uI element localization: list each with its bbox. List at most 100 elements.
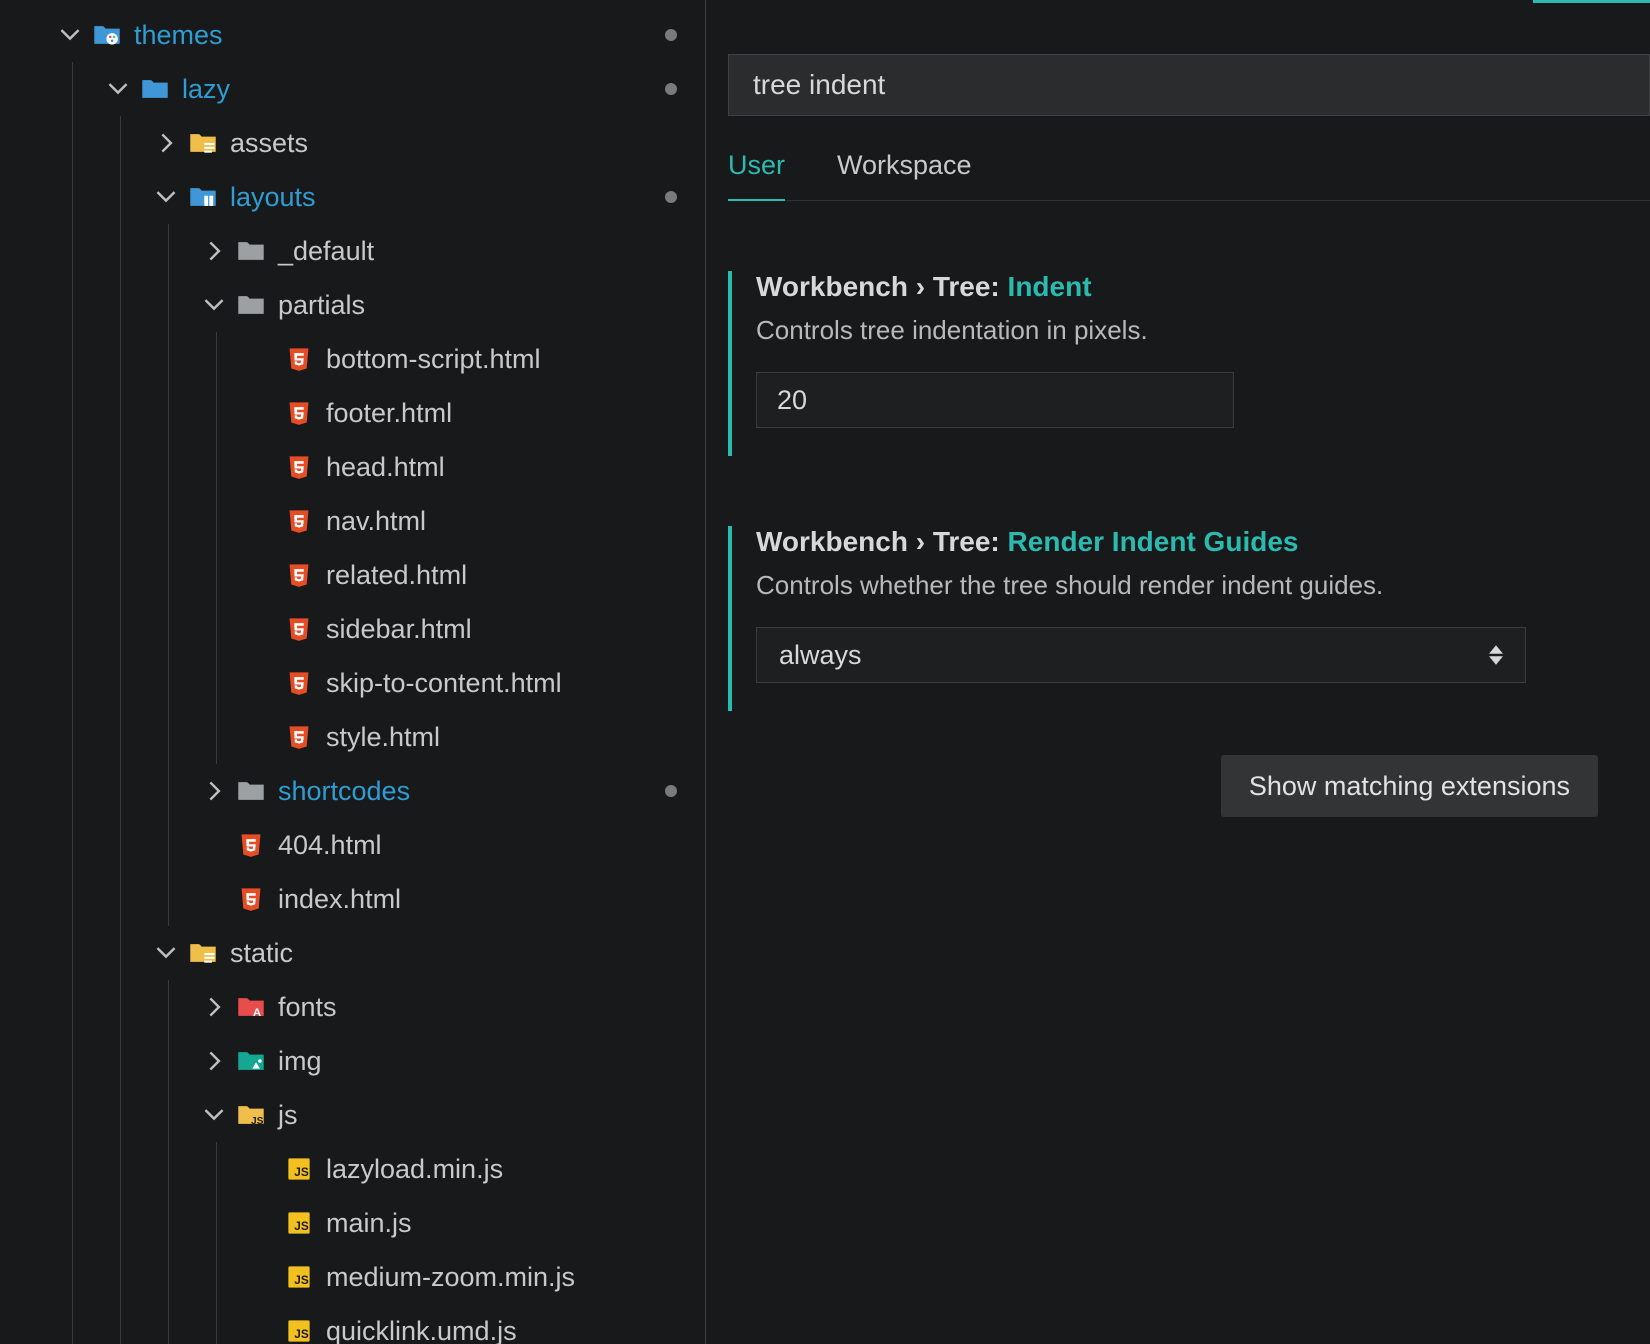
folder-yellow-lines-icon: [188, 939, 218, 967]
chevron-down-icon[interactable]: [192, 1104, 236, 1126]
folder-teal-img-icon: [236, 1047, 266, 1075]
tree-item-label: fonts: [278, 994, 337, 1021]
folder-default-icon: [236, 237, 266, 265]
setting-number-input[interactable]: 20: [756, 372, 1234, 428]
tree-row[interactable]: static: [0, 926, 705, 980]
chevron-down-icon[interactable]: [48, 24, 92, 46]
tree-item-label: style.html: [326, 724, 440, 751]
tree-row[interactable]: related.html: [0, 548, 705, 602]
html-icon: [284, 508, 314, 534]
tree-item-label: themes: [134, 22, 223, 49]
chevron-down-icon[interactable]: [144, 942, 188, 964]
js-icon: [284, 1156, 314, 1182]
tree-item-label: _default: [278, 238, 374, 265]
tree-row[interactable]: img: [0, 1034, 705, 1088]
tree-item-label: partials: [278, 292, 365, 319]
tree-row[interactable]: footer.html: [0, 386, 705, 440]
tree-item-label: nav.html: [326, 508, 426, 535]
chevron-down-icon[interactable]: [144, 186, 188, 208]
tree-row[interactable]: medium-zoom.min.js: [0, 1250, 705, 1304]
tree-row[interactable]: quicklink.umd.js: [0, 1304, 705, 1344]
tree-item-label: 404.html: [278, 832, 382, 859]
setting-description: Controls tree indentation in pixels.: [756, 315, 1650, 346]
tree-row[interactable]: style.html: [0, 710, 705, 764]
tree-row[interactable]: nav.html: [0, 494, 705, 548]
tree-item-label: head.html: [326, 454, 445, 481]
tree-item-label: medium-zoom.min.js: [326, 1264, 575, 1291]
tree-item-label: assets: [230, 130, 308, 157]
folder-yellow-js-icon: JS: [236, 1101, 266, 1129]
html-icon: [284, 346, 314, 372]
tree-item-label: quicklink.umd.js: [326, 1318, 517, 1344]
chevron-right-icon[interactable]: [144, 132, 188, 154]
tree-item-label: index.html: [278, 886, 401, 913]
html-icon: [284, 400, 314, 426]
tree-item-label: sidebar.html: [326, 616, 472, 643]
html-icon: [284, 562, 314, 588]
chevron-right-icon[interactable]: [192, 240, 236, 262]
tree-row[interactable]: themes: [0, 8, 705, 62]
settings-search-input[interactable]: tree indent: [728, 54, 1650, 116]
show-matching-extensions-button[interactable]: Show matching extensions: [1221, 755, 1598, 817]
tree-row[interactable]: Afonts: [0, 980, 705, 1034]
file-explorer: themes lazyassets layouts _default partials b…: [0, 0, 706, 1344]
tree-item-label: footer.html: [326, 400, 452, 427]
svg-text:A: A: [253, 1007, 261, 1019]
setting-title: Workbench › Tree: Indent: [756, 271, 1650, 303]
tree-item-label: lazy: [182, 76, 230, 103]
tree-item-label: static: [230, 940, 293, 967]
folder-blue-palette-icon: [92, 21, 122, 49]
tree-row[interactable]: layouts: [0, 170, 705, 224]
settings-editor: tree indent User Workspace Workbench › T…: [706, 0, 1650, 1344]
html-icon: [284, 454, 314, 480]
setting-description: Controls whether the tree should render …: [756, 570, 1650, 601]
folder-blue-icon: [140, 75, 170, 103]
tree-item-label: main.js: [326, 1210, 412, 1237]
dirty-indicator-icon: [665, 191, 677, 203]
tree-row[interactable]: assets: [0, 116, 705, 170]
tree-item-label: skip-to-content.html: [326, 670, 562, 697]
tree-item-label: shortcodes: [278, 778, 410, 805]
chevron-down-icon[interactable]: [192, 294, 236, 316]
tree-item-label: lazyload.min.js: [326, 1156, 503, 1183]
tree-row[interactable]: partials: [0, 278, 705, 332]
scope-tab-user[interactable]: User: [728, 150, 785, 201]
tree-row[interactable]: main.js: [0, 1196, 705, 1250]
folder-default-icon: [236, 777, 266, 805]
chevron-right-icon[interactable]: [192, 1050, 236, 1072]
tree-row[interactable]: index.html: [0, 872, 705, 926]
tree-row[interactable]: lazyload.min.js: [0, 1142, 705, 1196]
html-icon: [236, 832, 266, 858]
tree-row[interactable]: shortcodes: [0, 764, 705, 818]
html-icon: [284, 724, 314, 750]
svg-text:JS: JS: [251, 1116, 264, 1127]
html-icon: [236, 886, 266, 912]
folder-red-font-icon: A: [236, 993, 266, 1021]
tree-item-label: related.html: [326, 562, 467, 589]
setting-title: Workbench › Tree: Render Indent Guides: [756, 526, 1650, 558]
dirty-indicator-icon: [665, 29, 677, 41]
active-tab-underline: [1533, 0, 1650, 3]
tree-row[interactable]: skip-to-content.html: [0, 656, 705, 710]
settings-scope-tabs: User Workspace: [728, 150, 1650, 201]
chevron-right-icon[interactable]: [192, 780, 236, 802]
js-icon: [284, 1264, 314, 1290]
js-icon: [284, 1210, 314, 1236]
chevron-right-icon[interactable]: [192, 996, 236, 1018]
chevron-down-icon[interactable]: [96, 78, 140, 100]
tree-row[interactable]: head.html: [0, 440, 705, 494]
tree-row[interactable]: 404.html: [0, 818, 705, 872]
scope-tab-workspace[interactable]: Workspace: [837, 150, 972, 200]
tree-row[interactable]: lazy: [0, 62, 705, 116]
dirty-indicator-icon: [665, 785, 677, 797]
setting-tree-indent: Workbench › Tree: Indent Controls tree i…: [728, 271, 1650, 456]
tree-item-label: bottom-script.html: [326, 346, 541, 373]
tree-row[interactable]: bottom-script.html: [0, 332, 705, 386]
setting-select-input[interactable]: always: [756, 627, 1526, 683]
tree-row[interactable]: sidebar.html: [0, 602, 705, 656]
tree-row[interactable]: JSjs: [0, 1088, 705, 1142]
tree-row[interactable]: _default: [0, 224, 705, 278]
select-arrows-icon: [1489, 645, 1503, 665]
dirty-indicator-icon: [665, 83, 677, 95]
folder-default-icon: [236, 291, 266, 319]
